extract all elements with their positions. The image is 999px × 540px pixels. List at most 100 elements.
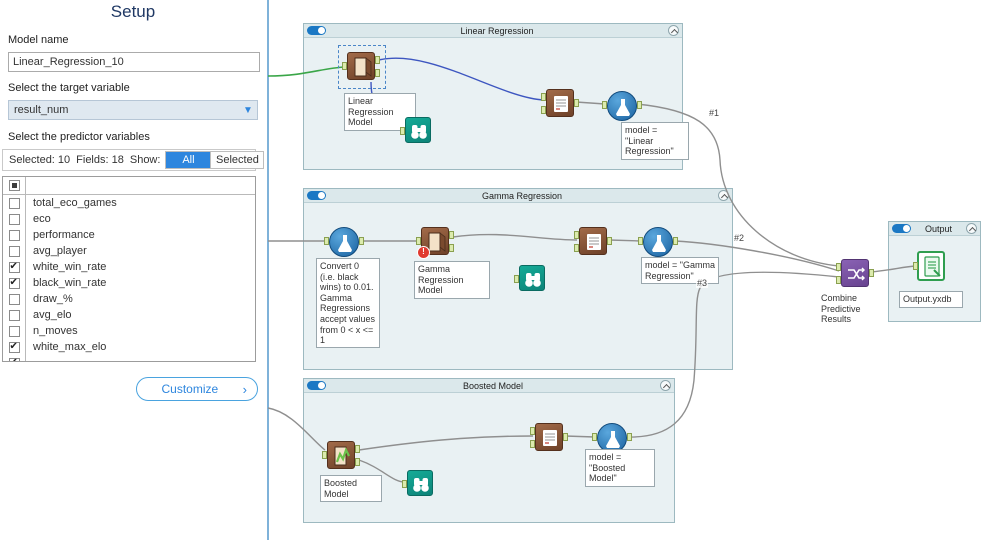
gamma-regression-model-tool[interactable]: ! — [416, 227, 454, 259]
field-row[interactable]: avg_elo — [3, 307, 255, 323]
field-checkbox-cell[interactable] — [3, 339, 26, 355]
field-checkbox[interactable] — [8, 293, 20, 305]
input-anchor-1[interactable] — [836, 263, 841, 271]
chevron-right-icon: › — [242, 381, 247, 397]
output-anchor[interactable] — [627, 433, 632, 441]
field-checkbox-cell[interactable] — [3, 243, 26, 259]
field-row[interactable]: total_eco_games — [3, 195, 255, 211]
input-anchor[interactable] — [416, 237, 421, 245]
output-anchor[interactable] — [637, 101, 642, 109]
field-row[interactable]: white_win_rate — [3, 259, 255, 275]
field-checkbox-cell[interactable] — [3, 291, 26, 307]
field-row[interactable] — [3, 355, 255, 361]
output-anchor-r[interactable] — [449, 244, 454, 252]
customize-button[interactable]: Customize › — [136, 377, 258, 401]
output-anchor[interactable] — [574, 99, 579, 107]
field-checkbox[interactable] — [8, 213, 20, 225]
input-anchor[interactable] — [324, 237, 329, 245]
model-object-tool[interactable] — [638, 227, 678, 257]
container-enabled-toggle[interactable] — [892, 224, 911, 233]
boosted-zigzag-icon — [334, 446, 350, 466]
field-checkbox-cell[interactable] — [3, 195, 26, 211]
input-anchor[interactable] — [602, 101, 607, 109]
input-anchor-d[interactable] — [530, 427, 535, 435]
wire-label-3: #3 — [696, 278, 709, 288]
input-anchor-m[interactable] — [530, 440, 535, 448]
output-anchor[interactable] — [563, 433, 568, 441]
container-enabled-toggle[interactable] — [307, 381, 326, 390]
input-anchor[interactable] — [322, 451, 327, 459]
linear-regression-model-tool[interactable] — [342, 52, 380, 80]
input-anchor[interactable] — [400, 127, 405, 135]
input-anchor-d[interactable] — [541, 93, 546, 101]
field-checkbox-cell[interactable] — [3, 323, 26, 339]
error-badge[interactable]: ! — [417, 246, 430, 259]
model-name-input[interactable] — [8, 52, 260, 72]
field-checkbox[interactable] — [8, 261, 20, 273]
input-anchor[interactable] — [638, 237, 643, 245]
field-checkbox[interactable] — [8, 357, 20, 361]
container-enabled-toggle[interactable] — [307, 191, 326, 200]
show-all-button[interactable]: All — [166, 152, 211, 168]
field-checkbox[interactable] — [8, 229, 20, 241]
field-checkbox-cell[interactable] — [3, 259, 26, 275]
field-row[interactable]: eco — [3, 211, 255, 227]
output-anchor[interactable] — [869, 269, 874, 277]
field-checkbox[interactable] — [8, 341, 20, 353]
field-checkbox[interactable] — [8, 245, 20, 257]
input-anchor[interactable] — [342, 62, 347, 70]
field-checkbox[interactable] — [8, 325, 20, 337]
field-row[interactable]: black_win_rate — [3, 275, 255, 291]
field-row[interactable]: avg_player — [3, 243, 255, 259]
collapse-icon[interactable] — [668, 25, 679, 36]
field-checkbox-cell[interactable] — [3, 227, 26, 243]
score-tool[interactable] — [541, 89, 579, 117]
field-row[interactable]: performance — [3, 227, 255, 243]
target-variable-dropdown[interactable]: result_num ▼ — [8, 100, 258, 120]
field-checkbox-cell[interactable] — [3, 211, 26, 227]
container-enabled-toggle[interactable] — [307, 26, 326, 35]
formula-model-tool[interactable] — [324, 227, 364, 257]
collapse-icon[interactable] — [660, 380, 671, 391]
input-anchor[interactable] — [592, 433, 597, 441]
input-anchor-m[interactable] — [541, 106, 546, 114]
combine-results-tool[interactable] — [836, 259, 874, 287]
model-object-tool[interactable] — [602, 91, 642, 121]
field-checkbox-cell[interactable] — [3, 355, 26, 361]
field-checkbox-cell[interactable] — [3, 307, 26, 323]
score-tool[interactable] — [530, 423, 568, 451]
field-checkbox-cell[interactable] — [3, 275, 26, 291]
field-checkbox[interactable] — [8, 197, 20, 209]
score-tool[interactable] — [574, 227, 612, 255]
browse-tool[interactable] — [514, 265, 545, 291]
select-all-cell[interactable] — [3, 177, 26, 194]
input-anchor-2[interactable] — [836, 276, 841, 284]
tool-annotation: Combine Predictive Results — [821, 293, 861, 325]
output-anchor-o[interactable] — [375, 56, 380, 64]
show-selected-button[interactable]: Selected — [210, 152, 264, 168]
output-anchor-r[interactable] — [375, 69, 380, 77]
field-checkbox[interactable] — [8, 309, 20, 321]
boosted-model-tool[interactable] — [322, 441, 360, 469]
input-anchor[interactable] — [514, 275, 519, 283]
output-anchor[interactable] — [359, 237, 364, 245]
field-row[interactable]: draw_% — [3, 291, 255, 307]
output-anchor[interactable] — [673, 237, 678, 245]
field-checkbox[interactable] — [8, 277, 20, 289]
output-anchor-o[interactable] — [355, 445, 360, 453]
input-anchor-d[interactable] — [574, 231, 579, 239]
input-anchor-m[interactable] — [574, 244, 579, 252]
field-row[interactable]: n_moves — [3, 323, 255, 339]
output-anchor-r[interactable] — [355, 458, 360, 466]
collapse-icon[interactable] — [718, 190, 729, 201]
select-all-checkbox[interactable] — [8, 180, 20, 191]
input-anchor[interactable] — [913, 262, 918, 270]
output-anchor-o[interactable] — [449, 231, 454, 239]
collapse-icon[interactable] — [966, 223, 977, 234]
input-anchor[interactable] — [402, 480, 407, 488]
browse-tool[interactable] — [402, 470, 433, 496]
browse-tool[interactable] — [400, 117, 431, 143]
output-anchor[interactable] — [607, 237, 612, 245]
field-row[interactable]: white_max_elo — [3, 339, 255, 355]
output-data-tool[interactable] — [913, 251, 945, 281]
